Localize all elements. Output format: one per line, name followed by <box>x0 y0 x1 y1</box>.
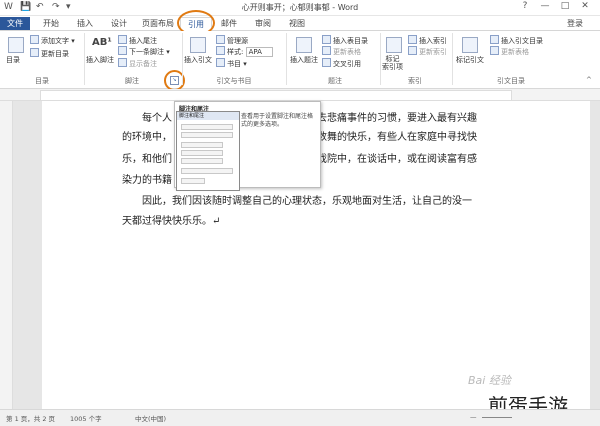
collapse-ribbon-icon[interactable]: ^ <box>586 76 592 84</box>
update-index-icon <box>408 46 417 55</box>
word-count[interactable]: 1005 个字 <box>70 413 102 423</box>
dialog-preview-row <box>181 158 223 164</box>
group-divider <box>286 33 287 85</box>
group-label-toc: 目录 <box>35 77 49 85</box>
cross-reference-button[interactable]: 交叉引用 <box>322 58 361 69</box>
status-bar: 第 1 页，共 2 页 1005 个字 中文(中国) — <box>0 409 600 426</box>
bibliography-icon <box>216 58 225 67</box>
group-label-captions: 题注 <box>328 77 342 85</box>
doc-line: 去悲痛事件的习惯，要进入最有兴趣 <box>317 113 477 124</box>
show-notes-icon <box>118 58 127 67</box>
next-footnote-button[interactable]: 下一条脚注 ▾ <box>118 46 170 57</box>
insert-citation-icon <box>190 37 206 53</box>
group-divider <box>452 33 453 85</box>
doc-line: 因此，我们因该随时调整自己的心理状态，乐观地面对生活，让自己的没一 <box>142 196 472 207</box>
mark-entry-icon <box>386 37 402 53</box>
doc-line: 数舞的快乐，有些人在家庭中寻找快 <box>317 132 477 143</box>
style-icon <box>216 46 225 55</box>
footnote-icon: AB¹ <box>92 37 112 48</box>
endnote-icon <box>118 35 127 44</box>
style-dropdown[interactable]: APA <box>245 47 273 57</box>
manage-sources-icon <box>216 35 225 44</box>
tab-design[interactable]: 设计 <box>104 17 134 30</box>
vertical-ruler[interactable] <box>0 101 13 409</box>
ruler-scale <box>40 90 512 101</box>
table-of-figures-icon <box>322 35 331 44</box>
add-text-icon <box>30 35 39 44</box>
doc-line: 染力的书籍 <box>122 175 172 186</box>
doc-line: 戏院中，在谈话中，或在阅读富有感 <box>317 154 477 165</box>
zoom-out-button[interactable]: — <box>470 413 477 421</box>
dialog-preview-row <box>181 142 223 148</box>
dialog-preview-button <box>181 178 205 184</box>
doc-line: 每个人 <box>142 113 172 124</box>
tab-review[interactable]: 审阅 <box>248 17 278 30</box>
add-text-button[interactable]: 添加文字 ▾ <box>30 35 75 46</box>
show-notes-button[interactable]: 显示备注 <box>118 58 157 69</box>
minimize-button[interactable]: — <box>538 1 552 13</box>
manage-sources-button[interactable]: 管理源 <box>216 35 248 46</box>
help-button[interactable]: ? <box>518 1 532 13</box>
bibliography-button[interactable]: 书目 ▾ <box>216 58 247 69</box>
next-footnote-icon <box>118 46 127 55</box>
ribbon: 目录 添加文字 ▾ 更新目录 目录 AB¹ 插入脚注 插入尾注 下一条脚注 ▾ … <box>0 31 600 91</box>
close-button[interactable]: ✕ <box>578 1 592 13</box>
mark-entry-button[interactable]: 标记 索引项 <box>382 55 403 71</box>
tab-page-layout[interactable]: 页面布局 <box>138 17 178 30</box>
doc-line: 乐，和他们 <box>122 154 172 165</box>
update-toa-icon <box>490 46 499 55</box>
dialog-preview-row <box>181 124 233 130</box>
insert-caption-button[interactable]: 插入题注 <box>290 55 318 65</box>
login-link[interactable]: 登录 <box>560 17 590 30</box>
group-label-citations: 引文与书目 <box>216 77 252 85</box>
tab-home[interactable]: 开始 <box>36 17 66 30</box>
insert-footnote-button[interactable]: 插入脚注 <box>86 55 114 65</box>
update-toa-button[interactable]: 更新表格 <box>490 46 529 57</box>
dialog-preview-title: 脚注和尾注 <box>177 112 239 120</box>
update-index-button[interactable]: 更新索引 <box>408 46 447 57</box>
doc-line: 的环境中， <box>122 132 172 143</box>
cross-reference-icon <box>322 58 331 67</box>
tab-mailings[interactable]: 邮件 <box>214 17 244 30</box>
ribbon-tabs: 文件 开始 插入 设计 页面布局 引用 邮件 审阅 视图 登录 <box>0 16 600 32</box>
insert-citation-button[interactable]: 插入引文 <box>184 55 212 65</box>
group-label-index: 索引 <box>408 77 422 85</box>
tooltip-description: 查看用于设置脚注和尾注格式的更多选项。 <box>241 113 314 128</box>
dialog-preview-row <box>181 168 233 174</box>
restore-button[interactable]: □ <box>558 1 572 13</box>
update-icon <box>30 48 39 57</box>
dialog-preview-row <box>181 150 223 156</box>
update-table-button[interactable]: 更新表格 <box>322 46 361 57</box>
update-table-icon <box>322 46 331 55</box>
baidu-watermark: Bai 经验 <box>468 374 511 387</box>
mark-citation-icon <box>462 37 478 53</box>
title-bar: W 💾 ↶ ↷ ▾ 心开则事开；心郁则事郁 - Word ? — □ ✕ <box>0 0 600 16</box>
insert-toa-button[interactable]: 插入引文目录 <box>490 35 543 46</box>
toc-icon <box>8 37 24 53</box>
page-count[interactable]: 第 1 页，共 2 页 <box>6 413 55 423</box>
insert-caption-icon <box>296 37 312 53</box>
style-selector[interactable]: 样式: APA <box>216 46 273 57</box>
insert-index-button[interactable]: 插入索引 <box>408 35 447 46</box>
dialog-preview: 脚注和尾注 <box>176 111 240 191</box>
toc-button[interactable]: 目录 <box>6 55 20 65</box>
mark-citation-button[interactable]: 标记引文 <box>456 55 484 65</box>
doc-line: 天都过得快快乐乐。↵ <box>122 216 221 227</box>
tab-insert[interactable]: 插入 <box>70 17 100 30</box>
language-indicator[interactable]: 中文(中国) <box>135 413 166 423</box>
dialog-preview-row <box>181 132 233 138</box>
horizontal-ruler[interactable] <box>0 89 600 101</box>
window-title: 心开则事开；心郁则事郁 - Word <box>241 3 359 12</box>
group-label-toa: 引文目录 <box>497 77 525 85</box>
tab-view[interactable]: 视图 <box>282 17 312 30</box>
zoom-slider[interactable] <box>482 417 512 418</box>
group-divider <box>84 33 85 85</box>
insert-toa-icon <box>490 35 499 44</box>
group-divider <box>182 33 183 85</box>
insert-endnote-button[interactable]: 插入尾注 <box>118 35 157 46</box>
update-toc-button[interactable]: 更新目录 <box>30 48 69 59</box>
insert-index-icon <box>408 35 417 44</box>
tab-file[interactable]: 文件 <box>0 17 30 30</box>
insert-table-of-figures-button[interactable]: 插入表目录 <box>322 35 368 46</box>
